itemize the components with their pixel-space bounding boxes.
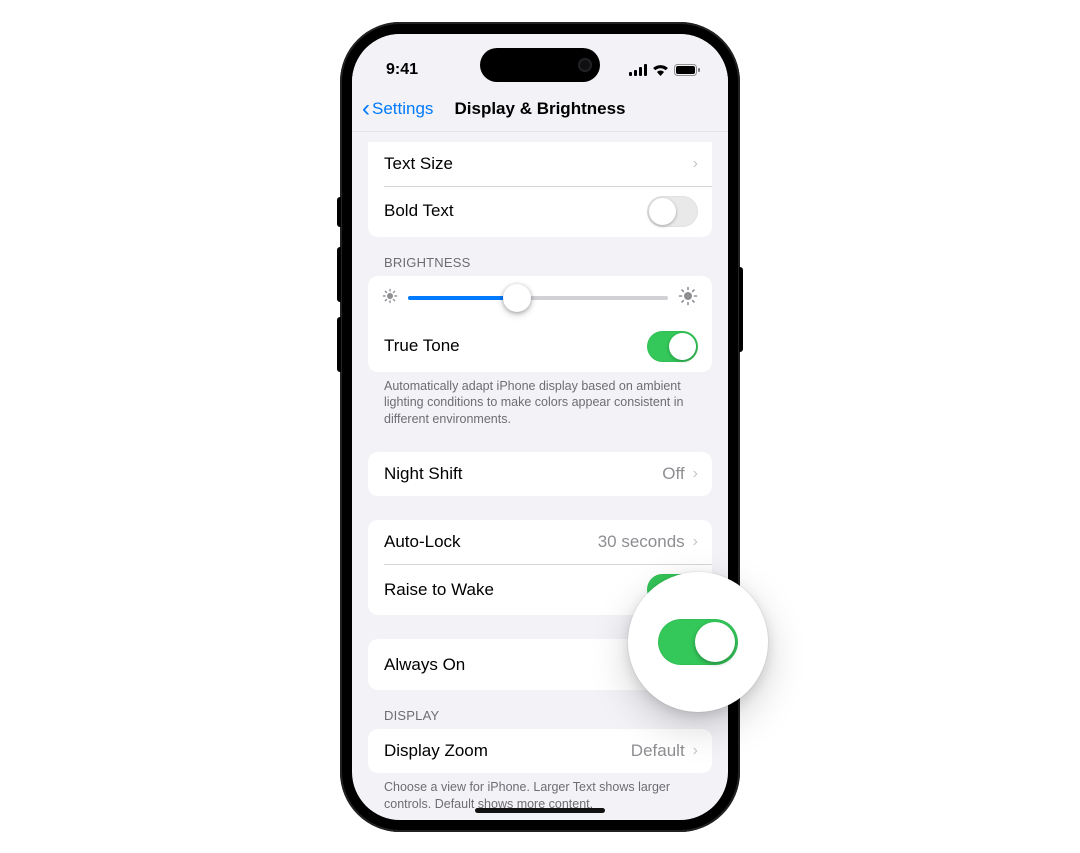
row-label: True Tone <box>384 336 460 356</box>
chevron-left-icon: ‹ <box>362 97 370 121</box>
navigation-bar: ‹ Settings Display & Brightness <box>352 88 728 132</box>
wifi-icon <box>652 64 669 76</box>
row-label: Bold Text <box>384 201 454 221</box>
always-on-toggle-zoomed <box>658 619 738 665</box>
brightness-group: True Tone <box>368 276 712 372</box>
auto-lock-row[interactable]: Auto-Lock 30 seconds › <box>368 520 712 564</box>
iphone-device-frame: 9:41 ‹ Settings Display & Brightness <box>340 22 740 832</box>
brightness-slider-row[interactable] <box>368 276 712 321</box>
slider-thumb[interactable] <box>503 284 531 312</box>
dynamic-island <box>480 48 600 82</box>
row-value: Default <box>631 741 685 761</box>
row-label: Always On <box>384 655 465 675</box>
status-icons <box>629 64 700 76</box>
battery-icon <box>674 64 700 76</box>
true-tone-toggle[interactable] <box>647 331 698 362</box>
text-group: Text Size › Bold Text <box>368 142 712 237</box>
home-indicator[interactable] <box>475 808 605 813</box>
chevron-right-icon: › <box>693 533 698 551</box>
night-shift-row[interactable]: Night Shift Off › <box>368 452 712 496</box>
row-label: Night Shift <box>384 464 462 484</box>
bold-text-row[interactable]: Bold Text <box>368 186 712 237</box>
row-value: Off <box>662 464 684 484</box>
row-label: Auto-Lock <box>384 532 461 552</box>
true-tone-footer: Automatically adapt iPhone display based… <box>368 372 712 429</box>
display-zoom-row[interactable]: Display Zoom Default › <box>368 729 712 773</box>
slider-fill <box>408 296 517 300</box>
settings-content[interactable]: Text Size › Bold Text BRIGHTNESS <box>352 132 728 820</box>
sun-max-icon <box>678 286 698 311</box>
volume-up-button <box>337 247 341 302</box>
chevron-right-icon: › <box>693 742 698 760</box>
bold-text-toggle[interactable] <box>647 196 698 227</box>
back-button[interactable]: ‹ Settings <box>362 97 433 121</box>
row-label: Raise to Wake <box>384 580 494 600</box>
text-size-row[interactable]: Text Size › <box>368 142 712 186</box>
side-button <box>337 197 341 227</box>
row-label: Text Size <box>384 154 453 174</box>
chevron-right-icon: › <box>693 155 698 173</box>
camera-icon <box>578 58 592 72</box>
brightness-header: BRIGHTNESS <box>368 237 712 276</box>
status-time: 9:41 <box>386 61 418 79</box>
back-label: Settings <box>372 99 433 119</box>
row-value: 30 seconds <box>598 532 685 552</box>
cellular-signal-icon <box>629 64 647 76</box>
volume-down-button <box>337 317 341 372</box>
display-zoom-group: Display Zoom Default › <box>368 729 712 773</box>
sun-min-icon <box>382 288 398 309</box>
true-tone-row[interactable]: True Tone <box>368 321 712 372</box>
chevron-right-icon: › <box>693 465 698 483</box>
row-label: Display Zoom <box>384 741 488 761</box>
highlight-magnifier <box>628 572 768 712</box>
night-shift-group: Night Shift Off › <box>368 452 712 496</box>
page-title: Display & Brightness <box>455 99 626 119</box>
power-button <box>739 267 743 352</box>
brightness-slider[interactable] <box>408 296 668 300</box>
